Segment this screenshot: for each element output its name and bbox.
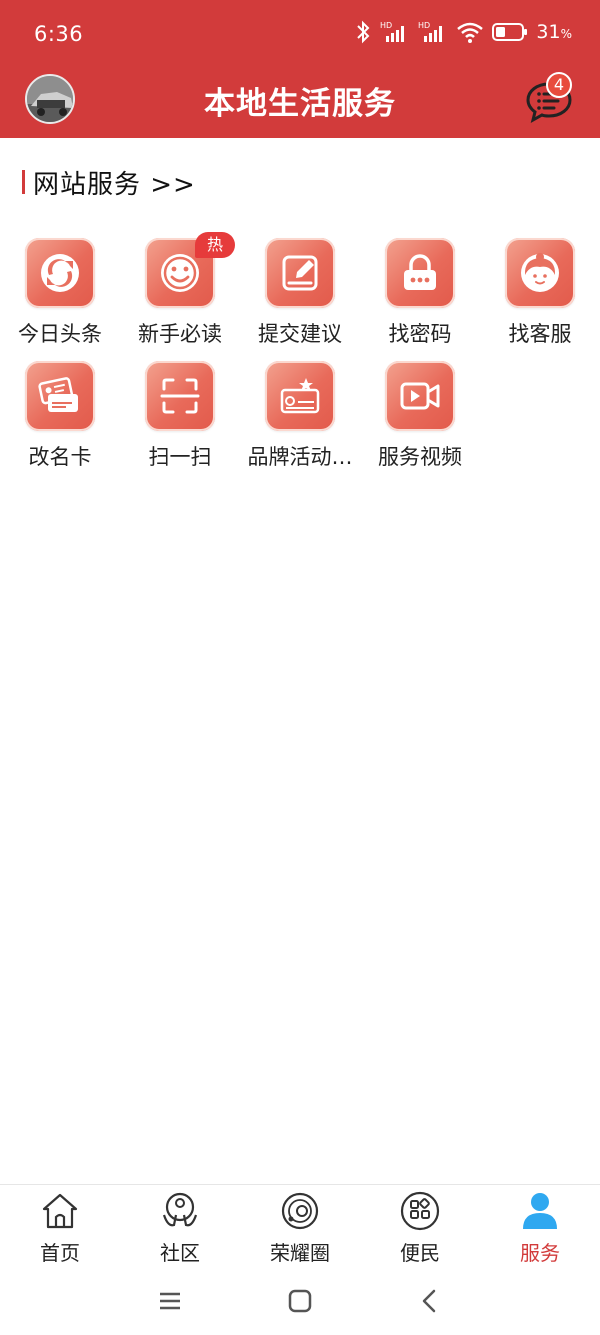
tab-convenience[interactable]: 便民 <box>360 1191 480 1267</box>
lock-icon <box>385 238 455 308</box>
status-bar: 6:36 HD HD 31% <box>0 0 600 70</box>
service-label: 提交建议 <box>258 322 342 346</box>
section-title: 网站服务 >> <box>33 169 196 200</box>
video-icon <box>385 361 455 431</box>
service-item-service-video[interactable]: 服务视频 <box>360 359 480 471</box>
back-icon[interactable] <box>415 1286 445 1316</box>
scan-icon <box>145 361 215 431</box>
tab-service[interactable]: 服务 <box>480 1191 600 1267</box>
tab-community[interactable]: 社区 <box>120 1191 240 1267</box>
tab-label: 荣耀圈 <box>270 1241 330 1265</box>
service-item-find-password[interactable]: 找密码 <box>360 236 480 348</box>
signal-icon: HD <box>380 21 405 42</box>
service-item-brand-activity[interactable]: 品牌活动… <box>240 359 360 471</box>
refresh-icon <box>25 238 95 308</box>
tab-label: 便民 <box>400 1241 440 1265</box>
battery-percent: 31% <box>536 21 572 43</box>
status-time: 6:36 <box>34 22 84 46</box>
user-icon <box>523 1193 557 1229</box>
wifi-icon <box>457 22 484 43</box>
menu-icon[interactable] <box>155 1286 185 1316</box>
hot-badge: 热 <box>195 232 235 258</box>
service-item-customer-service[interactable]: 找客服 <box>480 236 600 348</box>
battery-icon <box>492 23 528 41</box>
service-label: 品牌活动… <box>247 445 353 469</box>
message-button[interactable]: 4 <box>524 72 574 126</box>
tab-label: 首页 <box>40 1241 80 1265</box>
tab-label: 社区 <box>160 1241 200 1265</box>
tab-home[interactable]: 首页 <box>0 1191 120 1267</box>
service-label: 服务视频 <box>378 445 462 469</box>
message-count-badge: 4 <box>546 72 572 98</box>
planet-icon <box>281 1192 319 1230</box>
service-item-rename-card[interactable]: 改名卡 <box>0 359 120 471</box>
service-label: 扫一扫 <box>148 445 212 469</box>
section-accent-bar <box>22 170 25 194</box>
system-nav-bar <box>0 1270 600 1335</box>
apps-icon <box>400 1191 440 1231</box>
service-item-newbie-guide[interactable]: 热 新手必读 <box>120 232 240 348</box>
service-label: 找客服 <box>508 322 572 346</box>
app-header: 本地生活服务 4 <box>0 70 600 138</box>
home-icon <box>42 1193 78 1229</box>
service-item-submit-suggestion[interactable]: 提交建议 <box>240 236 360 348</box>
service-label: 新手必读 <box>138 322 222 346</box>
tab-label: 服务 <box>520 1241 560 1265</box>
tab-honor-circle[interactable]: 荣耀圈 <box>240 1191 360 1267</box>
service-label: 找密码 <box>388 322 452 346</box>
svg-text:HD: HD <box>418 21 430 30</box>
service-label: 今日头条 <box>18 322 102 346</box>
edit-icon <box>265 238 335 308</box>
signal-icon-2: HD <box>418 21 443 42</box>
status-icons: HD HD 31% <box>354 20 572 44</box>
bluetooth-icon <box>357 20 370 44</box>
brand-activity-icon <box>265 361 335 431</box>
svg-text:HD: HD <box>380 21 392 30</box>
page-title: 本地生活服务 <box>204 86 396 122</box>
id-card-icon <box>25 361 95 431</box>
service-item-scan[interactable]: 扫一扫 <box>120 359 240 471</box>
community-icon <box>162 1192 198 1227</box>
service-item-today-news[interactable]: 今日头条 <box>0 236 120 348</box>
home-nav-icon[interactable] <box>285 1286 315 1316</box>
customer-service-icon <box>505 238 575 308</box>
section-header[interactable]: 网站服务 >> <box>22 166 196 200</box>
bottom-tab-bar: 首页 社区 荣耀圈 便民 服务 <box>0 1184 600 1270</box>
service-label: 改名卡 <box>28 445 92 469</box>
